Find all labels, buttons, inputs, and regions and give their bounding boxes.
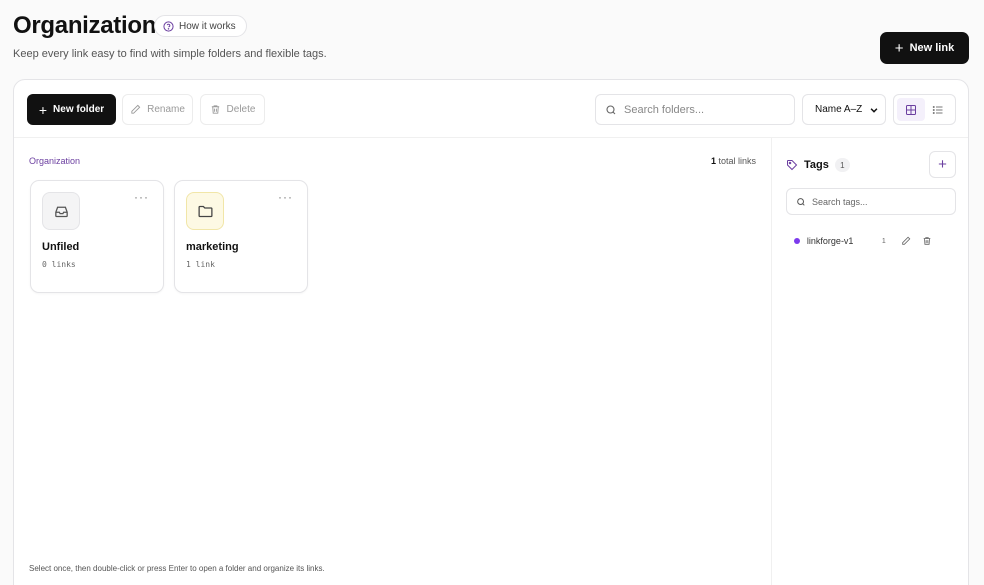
folder-name: marketing <box>186 241 239 253</box>
trash-icon <box>923 237 931 245</box>
help-circle-icon <box>163 20 174 32</box>
tag-link-count: 1 <box>881 237 886 245</box>
folder-icon-box <box>42 192 80 230</box>
edit-tag-button[interactable] <box>901 236 923 246</box>
breadcrumb[interactable]: Organization <box>29 156 80 166</box>
search-folders-input[interactable] <box>624 103 784 116</box>
tag-color-dot <box>794 238 800 244</box>
total-links-label: total links <box>718 156 756 166</box>
search-tags-field <box>786 188 956 215</box>
pencil-icon <box>131 104 141 114</box>
search-icon <box>797 197 805 206</box>
total-links-count: 1 total links <box>711 156 756 166</box>
rename-button[interactable]: Rename <box>122 94 193 125</box>
plus-icon: + <box>894 39 904 57</box>
sort-value: Name A–Z <box>815 104 863 115</box>
folder-name: Unfiled <box>42 241 80 253</box>
trash-icon <box>211 105 219 114</box>
organization-panel: + New folder Rename Delete Name A–Z <box>13 79 969 585</box>
more-options-icon[interactable]: ··· <box>278 191 293 203</box>
pencil-icon <box>901 236 910 245</box>
folder-icon-box <box>186 192 224 230</box>
grid-view-button[interactable] <box>897 98 925 121</box>
folder-card-marketing[interactable]: ··· marketing 1 link <box>174 180 308 293</box>
search-icon <box>606 104 616 114</box>
chevron-down-icon <box>870 107 878 113</box>
tag-name: linkforge-v1 <box>806 236 854 246</box>
toolbar: + New folder Rename Delete Name A–Z <box>14 80 968 138</box>
new-folder-label: New folder <box>53 104 105 115</box>
search-folders-field <box>595 94 795 125</box>
delete-tag-button[interactable] <box>922 236 944 246</box>
new-link-label: New link <box>909 42 955 54</box>
page-title: Organization <box>13 12 157 39</box>
tags-header: Tags 1 <box>786 158 850 172</box>
tags-sidebar: Tags 1 + linkforge-v1 1 <box>773 138 969 585</box>
how-it-works-label: How it works <box>179 20 236 32</box>
folder-icon <box>197 205 213 217</box>
list-view-button[interactable] <box>925 98 953 121</box>
tags-count-badge: 1 <box>834 158 850 172</box>
more-options-icon[interactable]: ··· <box>134 191 149 203</box>
page-subtitle: Keep every link easy to find with simple… <box>13 48 327 60</box>
folder-card-unfiled[interactable]: ··· Unfiled 0 links <box>30 180 164 293</box>
usage-hint: Select once, then double-click or press … <box>29 564 325 573</box>
tag-icon <box>787 160 798 171</box>
view-toggle <box>893 94 956 125</box>
sort-select[interactable]: Name A–Z <box>802 94 886 125</box>
new-folder-button[interactable]: + New folder <box>27 94 116 125</box>
plus-icon: + <box>38 101 48 118</box>
folders-area: Organization 1 total links ··· Unfiled 0… <box>14 138 772 585</box>
list-icon <box>933 105 943 114</box>
how-it-works-button[interactable]: How it works <box>154 15 247 37</box>
tag-item[interactable]: linkforge-v1 1 <box>794 234 944 248</box>
add-tag-button[interactable]: + <box>929 151 956 178</box>
new-link-button[interactable]: + New link <box>880 32 969 64</box>
delete-label: Delete <box>226 104 256 115</box>
grid-icon <box>905 104 916 115</box>
total-links-number: 1 <box>710 156 716 166</box>
delete-button[interactable]: Delete <box>200 94 265 125</box>
tags-title: Tags <box>804 159 829 171</box>
folder-link-count: 1 link <box>186 260 215 269</box>
plus-icon: + <box>938 156 947 173</box>
folder-link-count: 0 links <box>42 260 76 269</box>
rename-label: Rename <box>147 104 185 115</box>
inbox-icon <box>54 206 68 217</box>
search-tags-input[interactable] <box>812 196 947 207</box>
